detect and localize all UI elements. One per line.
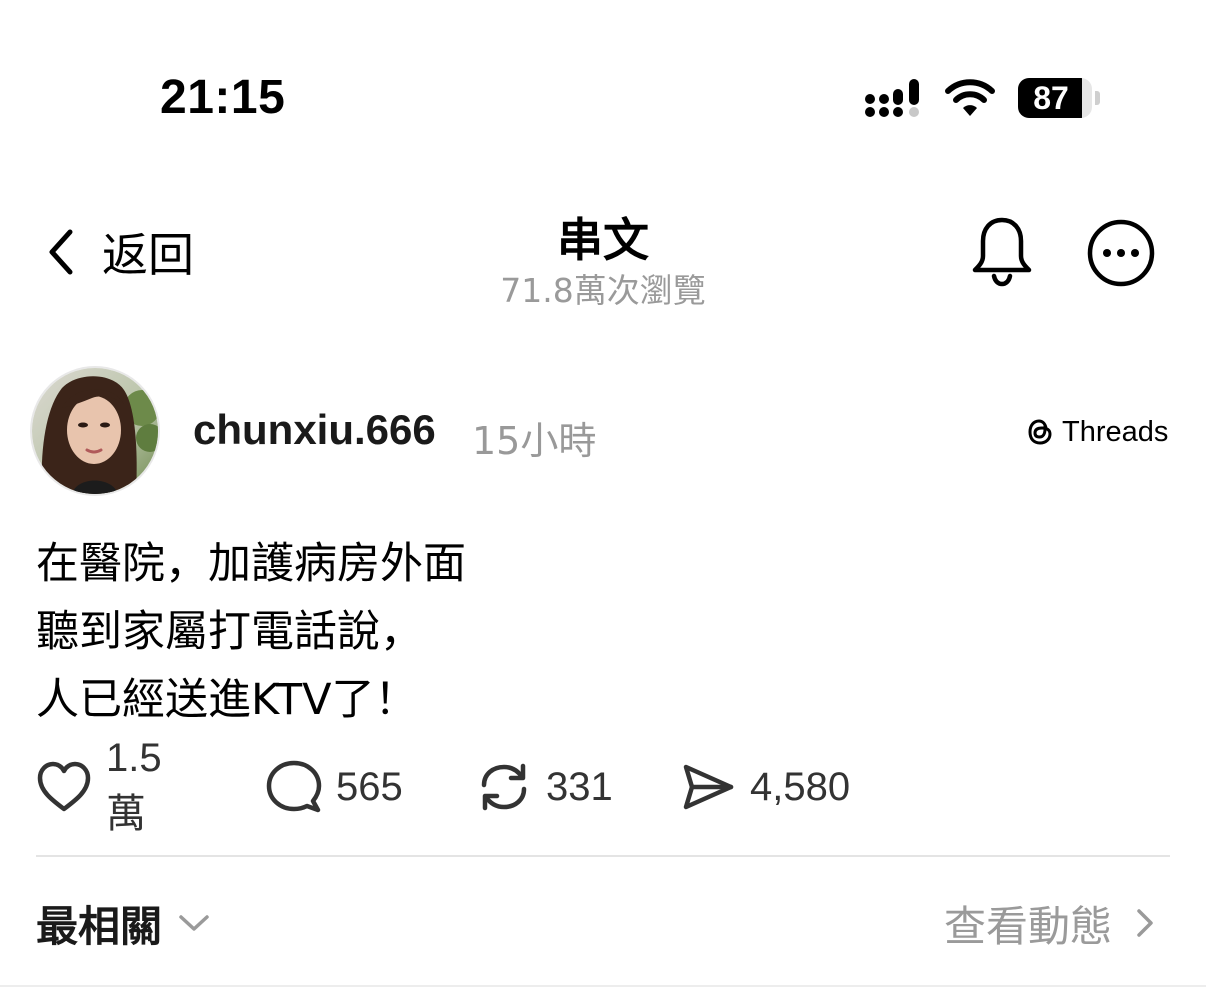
divider — [0, 985, 1206, 987]
post-line: 聽到家屬打電話說， — [36, 607, 423, 657]
share-button[interactable]: 4,580 — [680, 756, 850, 818]
username[interactable]: chunxiu.666 — [193, 406, 436, 454]
like-button[interactable]: 1.5萬 — [36, 736, 162, 836]
send-icon — [683, 764, 734, 810]
post-line: 在醫院，加護病房外面 — [36, 539, 466, 589]
view-activity-link[interactable]: 查看動態 — [944, 894, 1154, 952]
repost-count: 331 — [546, 764, 613, 809]
heart-icon — [37, 761, 91, 812]
repost-button[interactable]: 331 — [476, 756, 613, 818]
sort-label: 最相關 — [36, 901, 163, 951]
repost-icon — [481, 763, 527, 811]
view-count: 71.8萬次瀏覽 — [500, 271, 706, 310]
more-icon[interactable] — [1086, 218, 1156, 288]
chevron-down-icon — [179, 915, 209, 931]
battery-level: 87 — [1033, 80, 1069, 116]
share-count: 4,580 — [750, 764, 851, 809]
bell-icon[interactable] — [970, 214, 1034, 288]
signal-icon — [865, 79, 919, 117]
sort-dropdown[interactable]: 最相關 — [36, 894, 210, 952]
activity-label: 查看動態 — [943, 901, 1112, 951]
post-body: 在醫院，加護病房外面 聽到家屬打電話說， 人已經送進KTV了！ — [36, 530, 1166, 734]
comment-icon — [266, 760, 322, 813]
chevron-right-icon — [1137, 909, 1153, 937]
avatar[interactable] — [30, 366, 160, 496]
battery-icon: 87 — [1018, 78, 1100, 118]
back-button[interactable]: 返回 — [40, 222, 194, 282]
like-count: 1.5萬 — [106, 735, 162, 836]
status-time: 21:15 — [160, 71, 286, 124]
back-label: 返回 — [102, 228, 194, 282]
post-time: 15小時 — [472, 419, 597, 463]
threads-logo-icon — [1028, 419, 1052, 445]
chevron-left-icon — [49, 229, 73, 275]
divider — [36, 855, 1170, 857]
page-title: 串文 — [557, 213, 649, 267]
post-line: 人已經送進KTV了！ — [36, 675, 418, 725]
comment-count: 565 — [336, 764, 403, 809]
threads-source-badge[interactable]: Threads — [1024, 414, 1168, 450]
threads-label: Threads — [1062, 415, 1169, 448]
wifi-icon — [945, 79, 995, 116]
comment-button[interactable]: 565 — [266, 756, 403, 818]
